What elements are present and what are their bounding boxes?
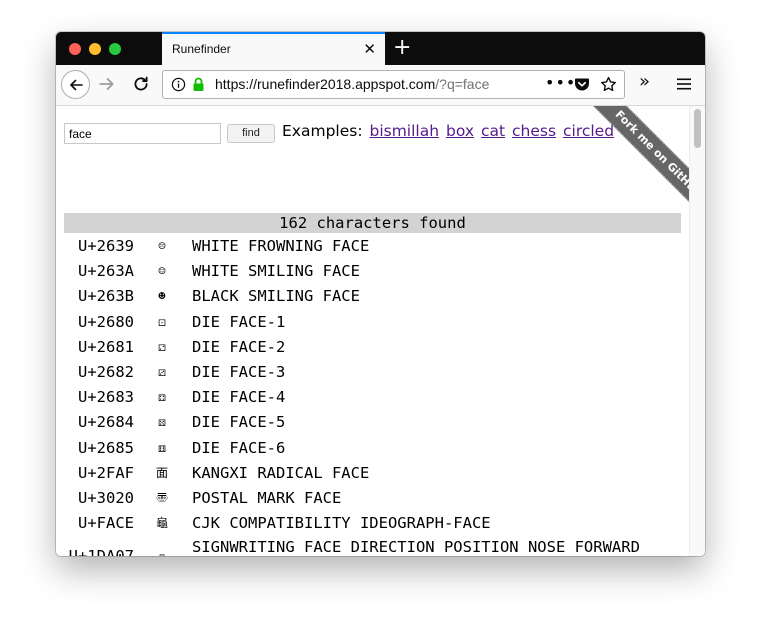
codepoint: U+3020	[78, 488, 134, 507]
codepoint: U+2680	[78, 312, 134, 331]
window-maximize-button[interactable]	[109, 43, 121, 55]
result-row: U+2681 ⚁ DIE FACE-2	[64, 335, 681, 360]
forward-button[interactable]	[98, 75, 116, 97]
tab-runefinder[interactable]: Runefinder ✕	[162, 32, 385, 65]
result-row: U+2685 ⚅ DIE FACE-6	[64, 436, 681, 461]
site-info-icon[interactable]	[171, 77, 186, 96]
character-glyph: ▫	[154, 546, 170, 556]
result-row: U+2680 ⚀ DIE FACE-1	[64, 310, 681, 335]
pocket-icon[interactable]	[574, 77, 590, 96]
vertical-scrollbar[interactable]	[689, 106, 705, 556]
back-arrow-icon	[69, 79, 83, 90]
example-link-chess[interactable]: chess	[512, 122, 556, 140]
codepoint: U+FACE	[78, 514, 134, 533]
example-link-box[interactable]: box	[446, 122, 474, 140]
toolbar-overflow-icon[interactable]: »	[639, 72, 650, 92]
codepoint: U+2681	[78, 337, 134, 356]
character-glyph: ⚅	[158, 440, 166, 455]
codepoint: U+2684	[78, 413, 134, 432]
tab-strip: Runefinder ✕ +	[56, 32, 705, 65]
github-ribbon-container: Fork me on GitHub	[553, 106, 693, 246]
character-name: SIGNWRITING FACE DIRECTION POSITION NOSE…	[192, 538, 640, 556]
character-name: CJK COMPATIBILITY IDEOGRAPH-FACE	[192, 514, 491, 533]
codepoint: U+2FAF	[78, 463, 134, 482]
tab-close-icon[interactable]: ✕	[363, 40, 376, 58]
fork-me-ribbon[interactable]: Fork me on GitHub	[582, 106, 693, 230]
codepoint: U+1DA07	[69, 546, 134, 556]
character-name: KANGXI RADICAL FACE	[192, 463, 370, 482]
character-name: DIE FACE-2	[192, 337, 286, 356]
character-glyph: ☻	[158, 289, 166, 304]
page-content: find Examples: bismillah box cat chess c…	[56, 106, 705, 556]
url-path: /?q=face	[435, 76, 490, 92]
character-name: BLACK SMILING FACE	[192, 287, 360, 306]
result-row: U+2FAF ⾯ KANGXI RADICAL FACE	[64, 461, 681, 486]
bookmark-star-icon[interactable]	[600, 76, 617, 97]
character-glyph: ⚁	[158, 339, 166, 354]
codepoint: U+2683	[78, 388, 134, 407]
codepoint: U+2685	[78, 438, 134, 457]
character-glyph: 〠	[155, 490, 168, 505]
browser-window: Runefinder ✕ + https://runefinder2018.ap…	[56, 32, 705, 556]
page-actions-icon[interactable]: •••	[545, 73, 576, 92]
example-link-cat[interactable]: cat	[481, 122, 505, 140]
character-glyph: ⚃	[158, 390, 166, 405]
hamburger-menu-icon[interactable]	[677, 75, 691, 94]
codepoint: U+2639	[78, 237, 134, 255]
lock-icon	[192, 77, 205, 96]
navigation-toolbar: https://runefinder2018.appspot.com/?q=fa…	[56, 65, 705, 106]
character-name: DIE FACE-5	[192, 413, 286, 432]
character-glyph: ⚂	[158, 364, 166, 379]
character-name: DIE FACE-4	[192, 388, 286, 407]
character-glyph: 龜	[155, 516, 168, 531]
result-row: U+2682 ⚂ DIE FACE-3	[64, 360, 681, 385]
reload-button[interactable]	[132, 75, 150, 97]
url-text: https://runefinder2018.appspot.com/?q=fa…	[215, 76, 489, 92]
examples-label: Examples:	[282, 122, 363, 140]
result-row: U+2684 ⚄ DIE FACE-5	[64, 410, 681, 435]
window-minimize-button[interactable]	[89, 43, 101, 55]
codepoint: U+263B	[78, 287, 134, 306]
character-glyph: ⚀	[158, 314, 166, 329]
character-name: POSTAL MARK FACE	[192, 488, 342, 507]
reload-icon	[134, 76, 148, 91]
character-glyph: ☺	[158, 264, 166, 279]
result-row: U+FACE 龜 CJK COMPATIBILITY IDEOGRAPH-FAC…	[64, 511, 681, 536]
scrollbar-thumb[interactable]	[694, 109, 701, 148]
forward-arrow-icon	[99, 78, 114, 90]
window-close-button[interactable]	[69, 43, 81, 55]
result-row: U+2683 ⚃ DIE FACE-4	[64, 385, 681, 410]
codepoint: U+263A	[78, 262, 134, 281]
character-glyph: ☹	[158, 239, 166, 253]
character-name: DIE FACE-6	[192, 438, 286, 457]
character-glyph: ⾯	[155, 465, 168, 480]
example-link-bismillah[interactable]: bismillah	[369, 122, 439, 140]
result-row: U+263A ☺ WHITE SMILING FACE	[64, 259, 681, 284]
find-button[interactable]: find	[227, 124, 275, 143]
character-glyph: ⚄	[158, 415, 166, 430]
search-input[interactable]	[64, 123, 221, 144]
character-name: DIE FACE-1	[192, 312, 286, 331]
tab-title: Runefinder	[172, 42, 231, 56]
result-row: U+263B ☻ BLACK SMILING FACE	[64, 284, 681, 309]
address-bar[interactable]: https://runefinder2018.appspot.com/?q=fa…	[162, 70, 625, 99]
results-table: U+2639 ☹ WHITE FROWNING FACE U+263A ☺ WH…	[64, 234, 681, 556]
url-host: https://runefinder2018.appspot.com	[215, 76, 436, 92]
character-name: DIE FACE-3	[192, 362, 286, 381]
result-row: U+3020 〠 POSTAL MARK FACE	[64, 486, 681, 511]
back-button[interactable]	[61, 70, 90, 99]
new-tab-button[interactable]: +	[393, 35, 411, 61]
result-row: U+1DA07 ▫ SIGNWRITING FACE DIRECTION POS…	[64, 536, 681, 556]
codepoint: U+2682	[78, 362, 134, 381]
character-name: WHITE SMILING FACE	[192, 262, 360, 281]
